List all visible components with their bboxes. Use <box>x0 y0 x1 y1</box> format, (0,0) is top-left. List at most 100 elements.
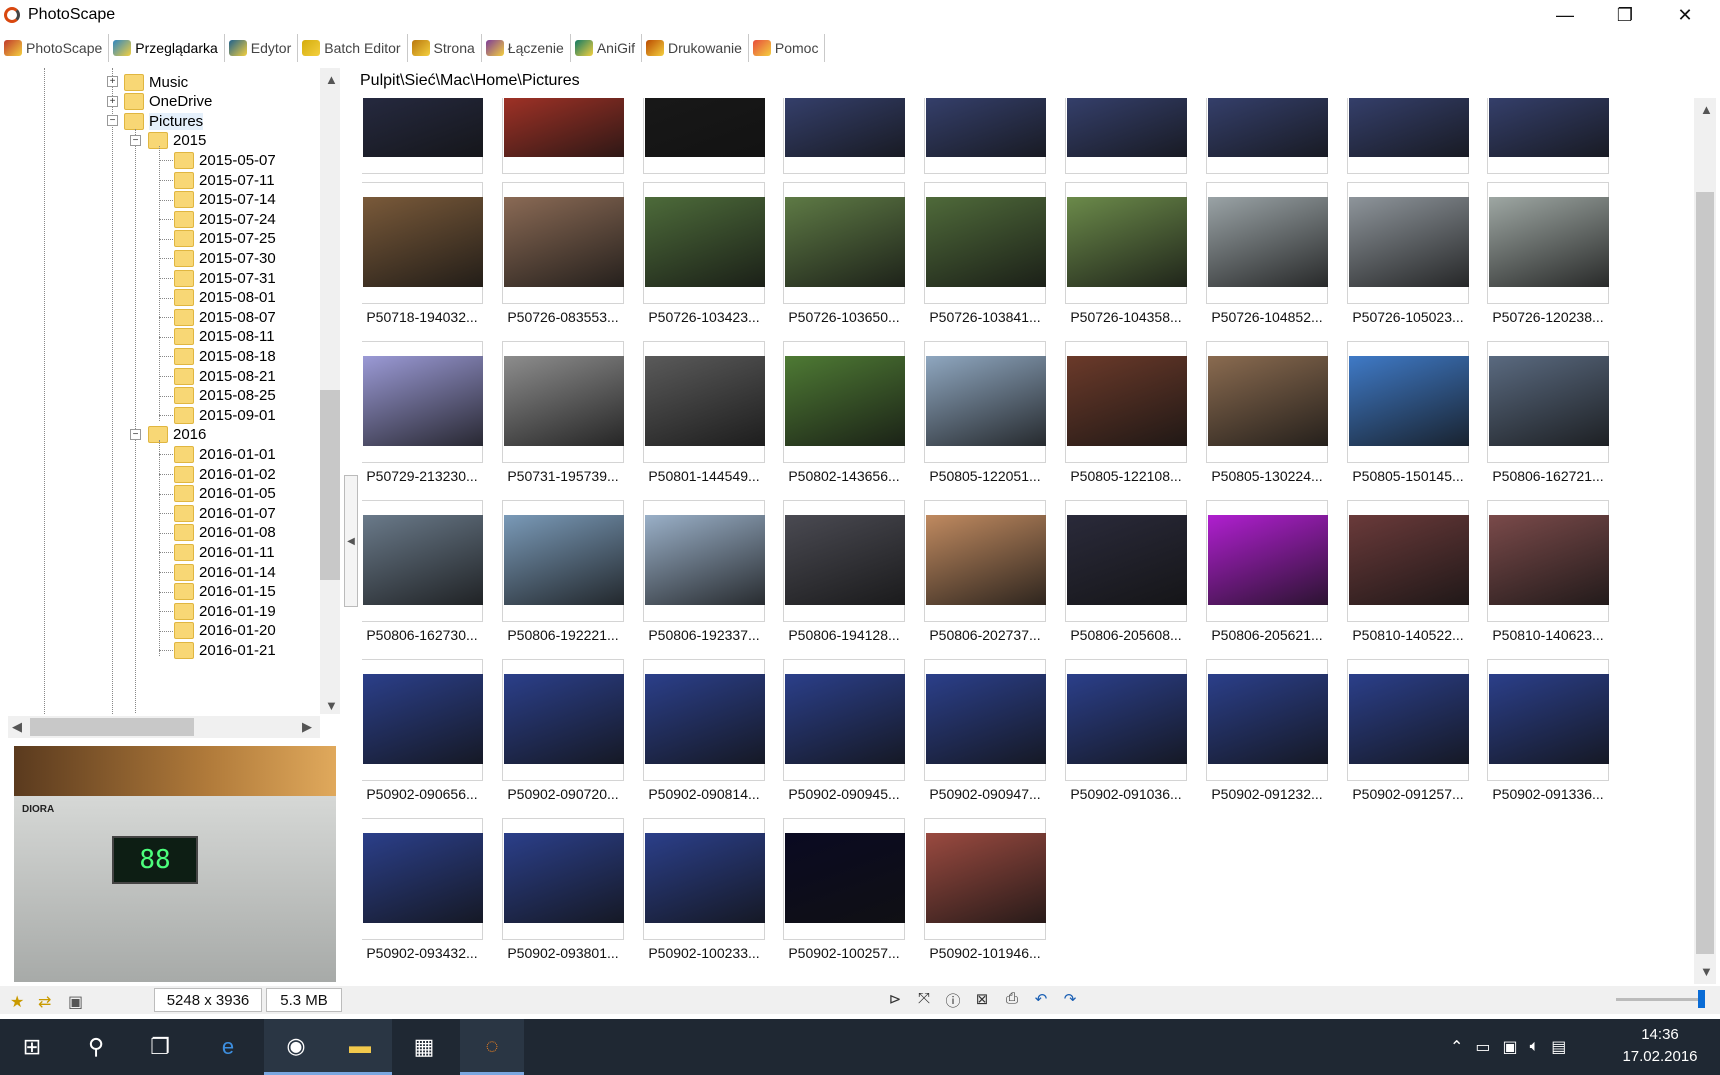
thumbnail-item[interactable]: P50806-205608... <box>1065 500 1187 643</box>
slideshow-icon[interactable]: ⊳ <box>884 990 906 1010</box>
tree-node-date[interactable]: 2016-01-07 <box>174 503 276 523</box>
thumbnail-item[interactable]: P50902-091257... <box>1347 659 1469 802</box>
thumbnail-item[interactable]: P50902-090814... <box>643 659 765 802</box>
tree-node-date[interactable]: 2016-01-15 <box>174 582 276 602</box>
thumbnail-item[interactable]: P50806-194128... <box>783 500 905 643</box>
tree-scroll-left-icon[interactable]: ◀ <box>12 719 22 735</box>
battery-icon[interactable]: ▭ <box>1475 1037 1490 1057</box>
info-icon[interactable]: ⓘ <box>942 990 964 1010</box>
thumbnail-item[interactable]: P50806-192337... <box>643 500 765 643</box>
print-icon[interactable]: ⎙ <box>1001 990 1023 1010</box>
thumbnail-item[interactable]: P50726-104358... <box>1065 182 1187 325</box>
tab-8[interactable]: Pomoc <box>749 34 826 62</box>
tree-node-date[interactable]: 2015-08-25 <box>174 386 276 406</box>
tree-node-date[interactable]: 2015-09-01 <box>174 405 276 425</box>
tree-node-date[interactable]: 2015-05-07 <box>174 150 276 170</box>
tree-node-date[interactable]: 2015-08-21 <box>174 366 276 386</box>
folder-open-icon[interactable]: ▣ <box>68 992 88 1011</box>
tab-2[interactable]: Edytor <box>225 34 299 62</box>
tab-7[interactable]: Drukowanie <box>642 34 749 62</box>
volume-icon[interactable]: 🔈︎ <box>1530 1038 1540 1056</box>
thumbnail-item[interactable]: P50806-205621... <box>1206 500 1328 643</box>
thumbnail-item[interactable]: a1.jpg <box>783 98 905 195</box>
minimize-button[interactable]: — <box>1536 0 1594 30</box>
collapse-icon[interactable]: − <box>130 428 141 440</box>
tab-3[interactable]: Batch Editor <box>298 34 408 62</box>
thumbnail-item[interactable]: P50726-103841... <box>924 182 1046 325</box>
thumbnail-item[interactable]: P50902-093432... <box>362 818 483 961</box>
tree-node-date[interactable]: 2016-01-20 <box>174 621 276 641</box>
task-view-icon[interactable]: ❐ <box>128 1019 192 1075</box>
tree-node-2015[interactable]: 2015 <box>148 131 206 151</box>
thumbnail-item[interactable]: P50726-083553... <box>502 182 624 325</box>
tree-node-2016[interactable]: 2016 <box>148 425 206 445</box>
tree-node-date[interactable]: 2016-01-05 <box>174 484 276 504</box>
edge-browser-icon[interactable]: e <box>196 1019 260 1075</box>
thumbnail-item[interactable]: P50902-091036... <box>1065 659 1187 802</box>
thumbnail-item[interactable]: P50902-090656... <box>362 659 483 802</box>
thumbnail-item[interactable]: P50806-162730... <box>362 500 483 643</box>
tree-node-date[interactable]: 2015-07-30 <box>174 248 276 268</box>
thumbnail-item[interactable]: P50902-090947... <box>924 659 1046 802</box>
photoscape-taskbar-icon[interactable]: ◌ <box>460 1019 524 1075</box>
tree-node-date[interactable]: 2016-01-01 <box>174 444 276 464</box>
thumbnail-item[interactable]: P50726-120238... <box>1487 182 1609 325</box>
tree-node-date[interactable]: 2015-08-18 <box>174 346 276 366</box>
thumbnail-size-handle[interactable] <box>1698 990 1705 1008</box>
tree-node-date[interactable]: 2015-07-25 <box>174 229 276 249</box>
tree-node-date[interactable]: 2016-01-11 <box>174 542 275 562</box>
tab-1[interactable]: Przeglądarka <box>109 34 225 62</box>
thumbnail-item[interactable]: P50806-202737... <box>924 500 1046 643</box>
star-icon[interactable]: ★ <box>10 992 30 1011</box>
panel-collapse-button[interactable]: ◀ <box>344 475 358 607</box>
windows-start-icon[interactable]: ⊞ <box>0 1019 64 1075</box>
thumbnail-item[interactable]: a3.jpg <box>1065 98 1187 195</box>
gallery-scroll-thumb[interactable] <box>1696 192 1714 954</box>
collapse-icon[interactable]: − <box>107 115 118 127</box>
gallery-scroll-up-icon[interactable]: ▲ <box>1700 102 1713 117</box>
thumbnail-item[interactable]: a6.jpg <box>1487 98 1609 195</box>
tree-scroll-down-icon[interactable]: ▼ <box>325 698 338 713</box>
tree-node-onedrive[interactable]: OneDrive <box>124 92 212 112</box>
tab-6[interactable]: AniGif <box>571 34 642 62</box>
thumbnail-item[interactable]: P50801-144549... <box>643 341 765 484</box>
rotate-exif-icon[interactable]: ⇄ <box>38 992 58 1011</box>
expand-icon[interactable]: + <box>107 76 118 87</box>
folder-tree[interactable]: + Music + OneDrive − Pictures −2015 2015-05-07 2… <box>8 68 310 714</box>
notifications-icon[interactable]: ▤ <box>1551 1037 1566 1057</box>
delete-icon[interactable]: ⊠ <box>971 990 993 1010</box>
thumbnail-item[interactable]: P50902-100257... <box>783 818 905 961</box>
tab-0[interactable]: PhotoScape <box>0 34 110 62</box>
thumbnail-item[interactable]: aa.jpg <box>362 98 483 195</box>
fullscreen-icon[interactable]: ⤧ <box>913 990 935 1010</box>
tree-node-date[interactable]: 2015-07-31 <box>174 268 276 288</box>
tree-node-date[interactable]: 2016-01-19 <box>174 601 276 621</box>
thumbnail-item[interactable]: P50810-140623... <box>1487 500 1609 643</box>
tab-5[interactable]: Łączenie <box>482 34 571 62</box>
tree-node-date[interactable]: 2015-08-01 <box>174 288 276 308</box>
thumbnail-item[interactable]: P50810-140522... <box>1347 500 1469 643</box>
thumbnail-item[interactable]: P50726-103650... <box>783 182 905 325</box>
tree-node-date[interactable]: 2015-07-24 <box>174 209 276 229</box>
thumbnail-item[interactable]: P50805-150145... <box>1347 341 1469 484</box>
tab-4[interactable]: Strona <box>408 34 482 62</box>
rotate-right-icon[interactable]: ↷ <box>1059 990 1081 1010</box>
network-icon[interactable]: ▣ <box>1503 1037 1518 1057</box>
thumbnail-item[interactable]: P50902-101946... <box>924 818 1046 961</box>
store-icon[interactable]: ▦ <box>392 1019 456 1075</box>
tree-node-date[interactable]: 2015-08-07 <box>174 307 276 327</box>
chevron-up-icon[interactable]: ⌃ <box>1450 1037 1463 1057</box>
thumbnail-item[interactable]: P50902-091336... <box>1487 659 1609 802</box>
thumbnail-item[interactable]: P50718-194032... <box>362 182 483 325</box>
thumbnail-item[interactable]: P50805-122108... <box>1065 341 1187 484</box>
thumbnail-size-slider[interactable] <box>1616 998 1702 1001</box>
tree-scroll-up-icon[interactable]: ▲ <box>325 72 338 87</box>
thumbnail-item[interactable]: P50726-103423... <box>643 182 765 325</box>
file-explorer-icon[interactable]: ▬ <box>328 1019 392 1075</box>
tree-node-date[interactable]: 2016-01-14 <box>174 562 276 582</box>
tree-node-date[interactable]: 2015-07-14 <box>174 190 276 210</box>
thumbnail-item[interactable]: P50805-122051... <box>924 341 1046 484</box>
thumbnail-item[interactable]: P50902-090945... <box>783 659 905 802</box>
thumbnail-item[interactable]: P50805-130224... <box>1206 341 1328 484</box>
tree-scroll-right-icon[interactable]: ▶ <box>302 719 312 735</box>
